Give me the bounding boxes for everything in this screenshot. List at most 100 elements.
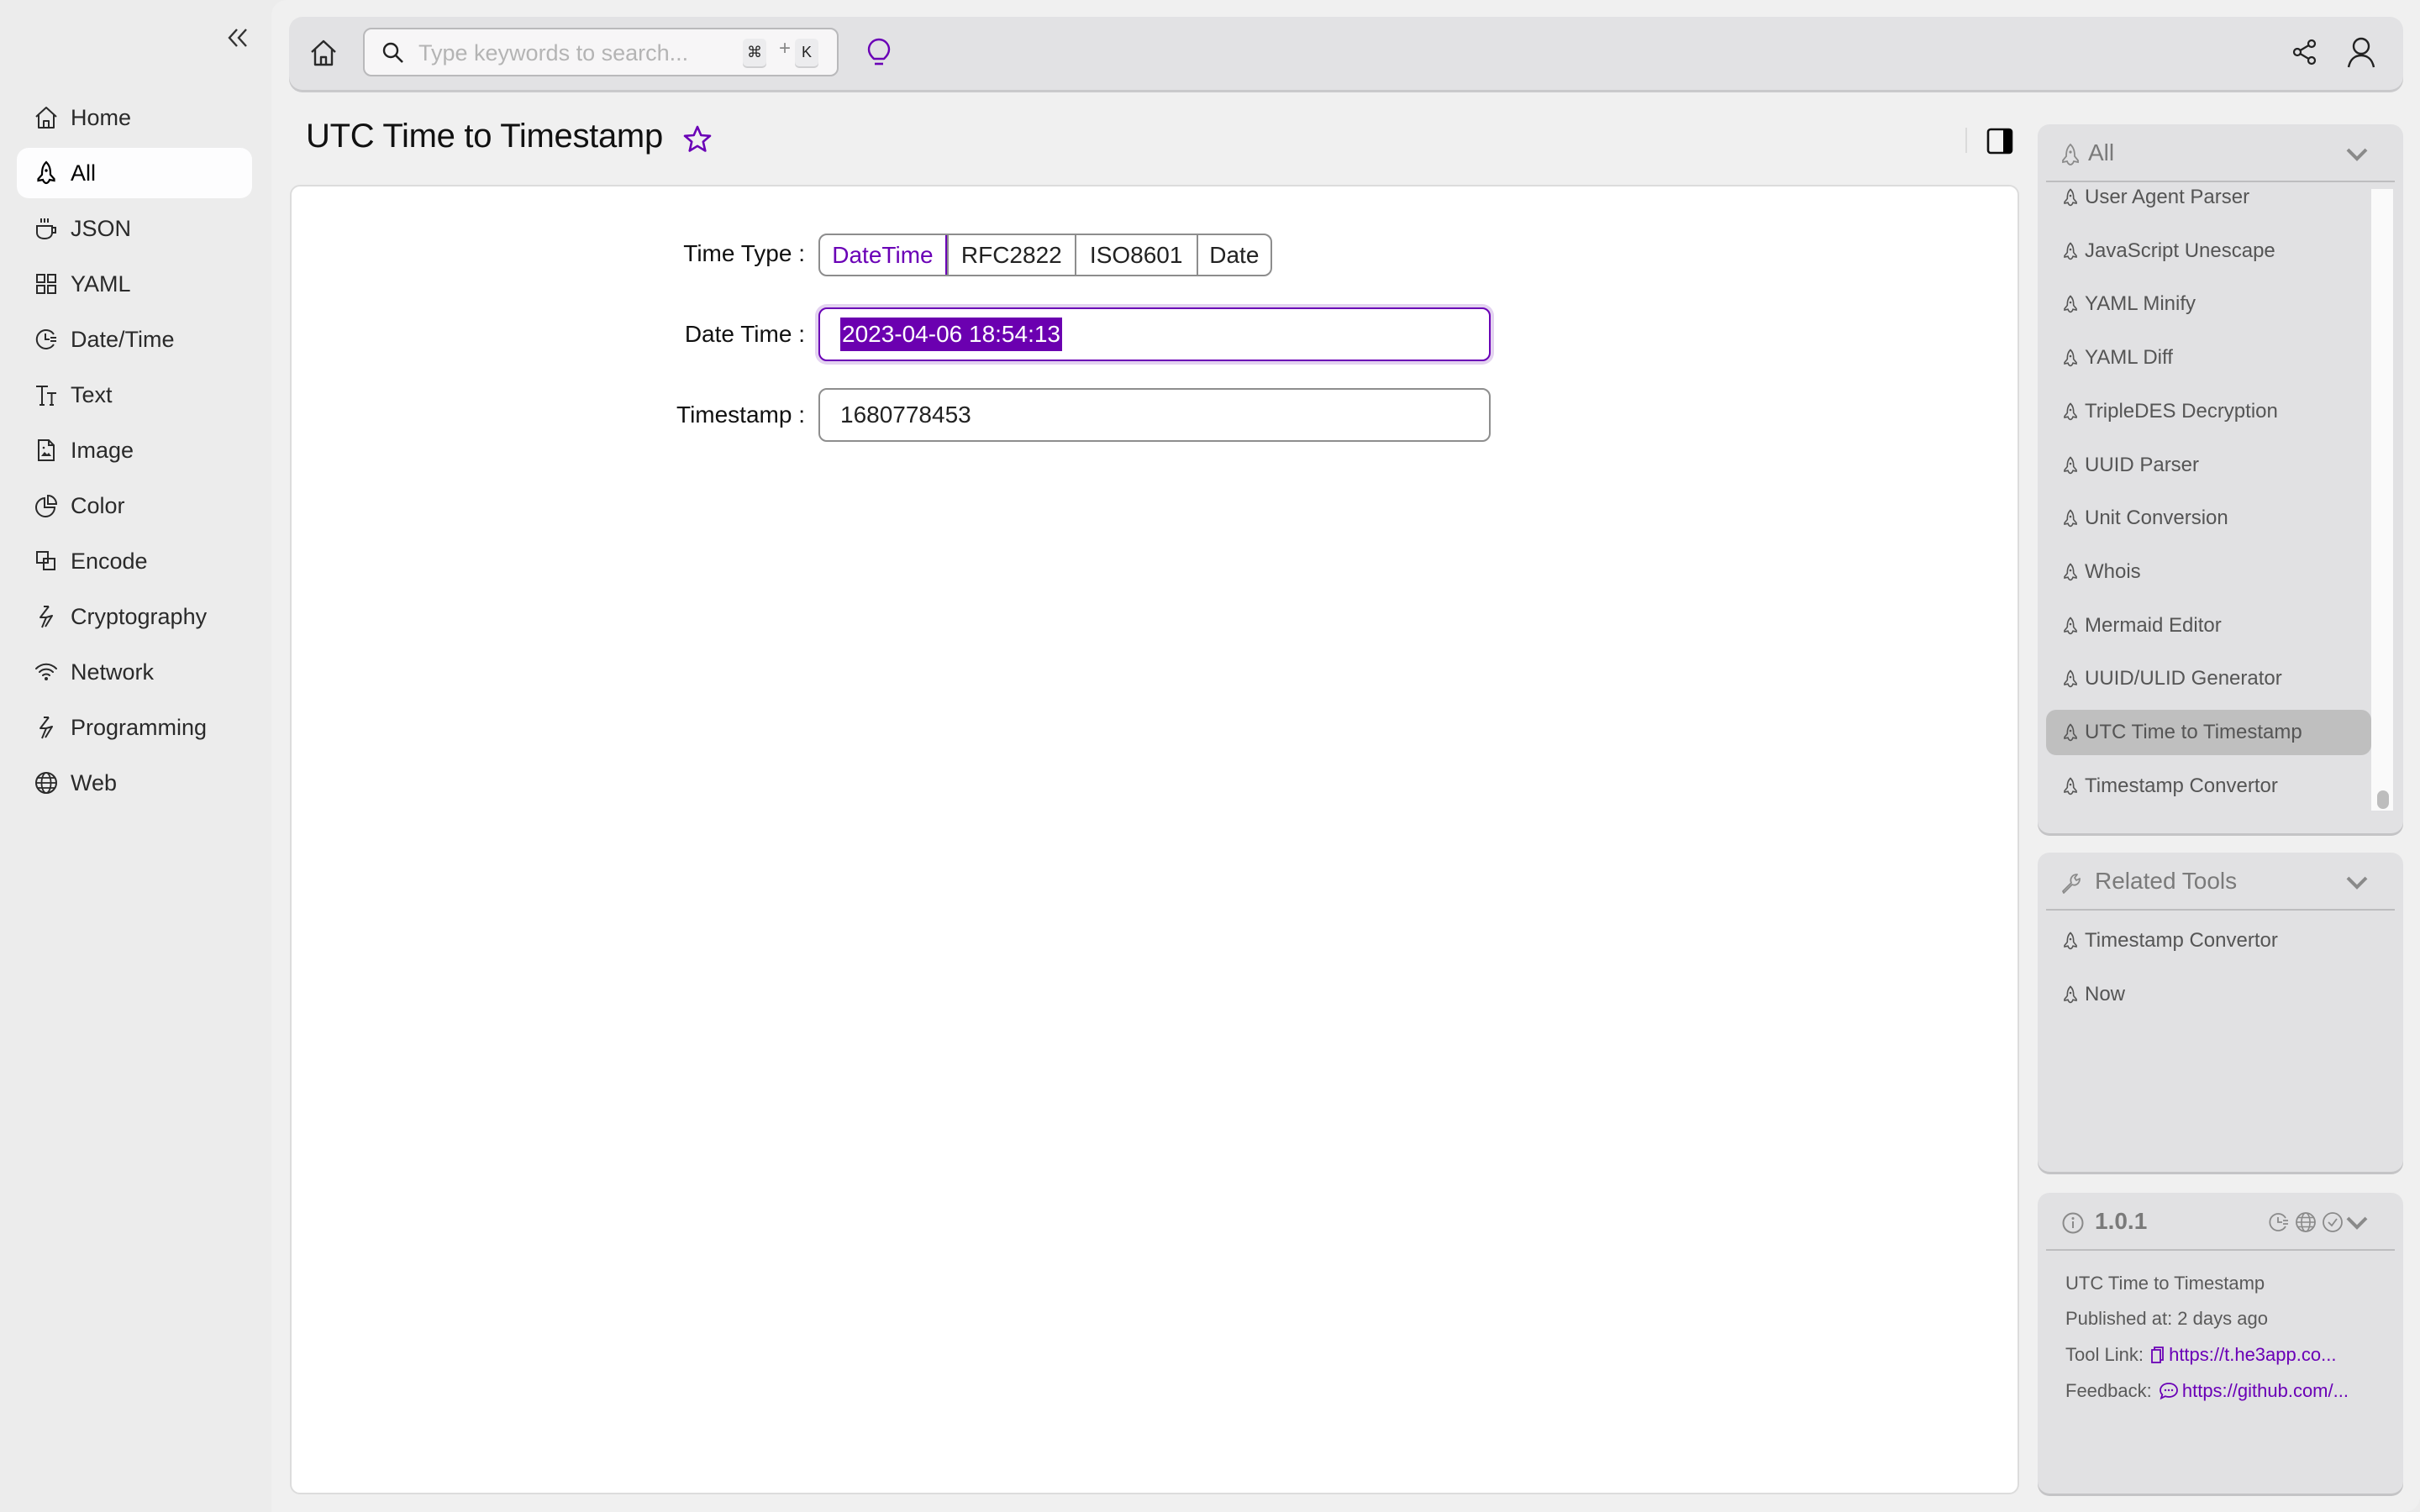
timestamp-label: Timestamp :: [676, 402, 805, 428]
rocket-icon: [2064, 295, 2077, 313]
grid-icon: [36, 274, 56, 294]
user-account-button[interactable]: [2345, 35, 2377, 69]
check-circle-icon: [2323, 1212, 2343, 1232]
tool-list-item[interactable]: Now: [2046, 972, 2371, 1017]
tool-list-item[interactable]: TripleDES Decryption: [2046, 389, 2371, 434]
toggle-right-panel-button[interactable]: [1986, 128, 2013, 155]
tool-list-item[interactable]: UUID/ULID Generator: [2046, 656, 2371, 701]
pie-chart-icon: [35, 494, 58, 517]
rocket-icon: [2064, 402, 2077, 421]
tool-list-item-label: Now: [2085, 983, 2126, 1005]
sidebar-item-yaml[interactable]: YAML: [17, 259, 252, 309]
collapse-sidebar-button[interactable]: [224, 24, 252, 52]
rocket-icon: [2064, 777, 2077, 795]
info-published: Published at: 2 days ago: [2065, 1308, 2268, 1329]
sidebar-item-label: Cryptography: [71, 604, 208, 629]
sidebar-item-label: Programming: [71, 715, 208, 740]
tool-list-item[interactable]: UUID Parser: [2046, 443, 2371, 488]
date-time-value: 2023-04-06 18:54:13: [840, 318, 1062, 351]
globe-icon: [35, 772, 57, 794]
sidebar-item-network[interactable]: Network: [17, 647, 252, 697]
sidebar-item-programming[interactable]: Programming: [17, 702, 252, 753]
chat-bubble-icon[interactable]: [2159, 1382, 2179, 1400]
tool-link[interactable]: https://t.he3app.co...: [2169, 1344, 2336, 1365]
scrollbar-thumb[interactable]: [2377, 790, 2389, 809]
sidebar: Home All JSON YAML Date/Time Text Image Color En…: [0, 0, 271, 1512]
timestamp-input[interactable]: 1680778453: [818, 388, 1491, 442]
info-feedback: Feedback: https://github.com/...: [2065, 1380, 2349, 1401]
sidebar-item-label: Date/Time: [71, 327, 175, 352]
sidebar-item-label: Web: [71, 770, 118, 795]
tool-list-item[interactable]: Timestamp Convertor: [2046, 764, 2371, 809]
all-tools-header[interactable]: All: [2038, 124, 2403, 181]
rocket-icon: [2064, 932, 2077, 950]
sidebar-item-home[interactable]: Home: [17, 92, 252, 143]
favorite-button[interactable]: [682, 124, 713, 155]
rocket-icon: [2064, 509, 2077, 528]
rocket-icon: [2062, 143, 2079, 165]
time-type-selector: DateTime RFC2822 ISO8601 Date: [818, 234, 1272, 276]
sidebar-item-image[interactable]: Image: [17, 425, 252, 475]
sidebar-item-text[interactable]: Text: [17, 370, 252, 420]
coffee-cup-icon: [36, 218, 56, 240]
tool-list-item-label: JavaScript Unescape: [2085, 239, 2275, 262]
home-icon: [311, 39, 336, 66]
tool-info-header[interactable]: 1.0.1: [2038, 1193, 2403, 1250]
chevron-down-icon[interactable]: [2344, 146, 2370, 163]
info-tool-link: Tool Link: https://t.he3app.co...: [2065, 1344, 2337, 1365]
tool-list-item[interactable]: Whois: [2046, 549, 2371, 595]
tool-list-item[interactable]: Unit Conversion: [2046, 496, 2371, 541]
image-file-icon: [38, 439, 55, 461]
copy-icon[interactable]: [2150, 1346, 2165, 1364]
time-type-option-date[interactable]: Date: [1196, 235, 1270, 275]
sidebar-item-label: Text: [71, 382, 113, 407]
timestamp-value: 1680778453: [840, 402, 971, 428]
globe-icon: [2296, 1212, 2316, 1232]
time-type-option-iso8601[interactable]: ISO8601: [1074, 235, 1197, 275]
tool-list-item-label: Whois: [2085, 559, 2141, 583]
tool-list-item[interactable]: Timestamp Convertor: [2046, 918, 2371, 963]
tool-list-item-label: Timestamp Convertor: [2085, 774, 2278, 797]
search-box[interactable]: ⌘ + K: [363, 28, 839, 76]
sidebar-item-json[interactable]: JSON: [17, 203, 252, 254]
tool-list-item[interactable]: Mermaid Editor: [2046, 603, 2371, 648]
sidebar-item-cryptography[interactable]: Cryptography: [17, 591, 252, 642]
tool-list-item[interactable]: User Agent Parser: [2046, 175, 2371, 220]
sidebar-item-label: All: [71, 160, 97, 186]
sidebar-item-label: Color: [71, 493, 125, 518]
scrollbar-track[interactable]: [2371, 189, 2393, 811]
panel-divider: [2046, 909, 2395, 911]
tool-list-item-label: TripleDES Decryption: [2085, 399, 2278, 423]
share-button[interactable]: [2290, 37, 2320, 67]
tool-list-item[interactable]: YAML Minify: [2046, 281, 2371, 327]
sidebar-item-color[interactable]: Color: [17, 480, 252, 531]
sidebar-right-icon: [1986, 128, 2013, 155]
sidebar-item-all[interactable]: All: [17, 148, 252, 198]
sidebar-item-date-time[interactable]: Date/Time: [17, 314, 252, 365]
home-button[interactable]: [308, 37, 339, 69]
rocket-icon: [37, 160, 55, 185]
time-type-option-datetime[interactable]: DateTime: [820, 235, 947, 275]
sidebar-item-encode[interactable]: Encode: [17, 536, 252, 586]
tool-list-item[interactable]: JavaScript Unescape: [2046, 228, 2371, 274]
search-input[interactable]: [417, 36, 739, 70]
chevron-down-icon[interactable]: [2344, 874, 2370, 891]
tips-button[interactable]: [864, 37, 894, 71]
date-time-input[interactable]: 2023-04-06 18:54:13: [818, 307, 1491, 361]
sidebar-item-web[interactable]: Web: [17, 758, 252, 808]
time-type-option-rfc2822[interactable]: RFC2822: [946, 235, 1075, 275]
search-icon: [382, 42, 403, 63]
tool-list-item-label: UUID/ULID Generator: [2085, 667, 2282, 690]
related-tools-title: Related Tools: [2095, 868, 2238, 894]
clock-icon: [2269, 1213, 2288, 1231]
shortcut-plus: +: [779, 37, 792, 60]
rocket-icon: [2064, 563, 2077, 581]
panel-divider: [2046, 1249, 2395, 1251]
tool-list-item[interactable]: YAML Diff: [2046, 335, 2371, 381]
feedback-link[interactable]: https://github.com/...: [2182, 1380, 2349, 1401]
rocket-icon: [2064, 723, 2077, 742]
related-tools-header[interactable]: Related Tools: [2038, 853, 2403, 910]
chevron-down-icon[interactable]: [2344, 1215, 2370, 1231]
shortcut-key-cmd: ⌘: [743, 39, 766, 66]
tool-list-item[interactable]: UTC Time to Timestamp: [2046, 710, 2371, 755]
